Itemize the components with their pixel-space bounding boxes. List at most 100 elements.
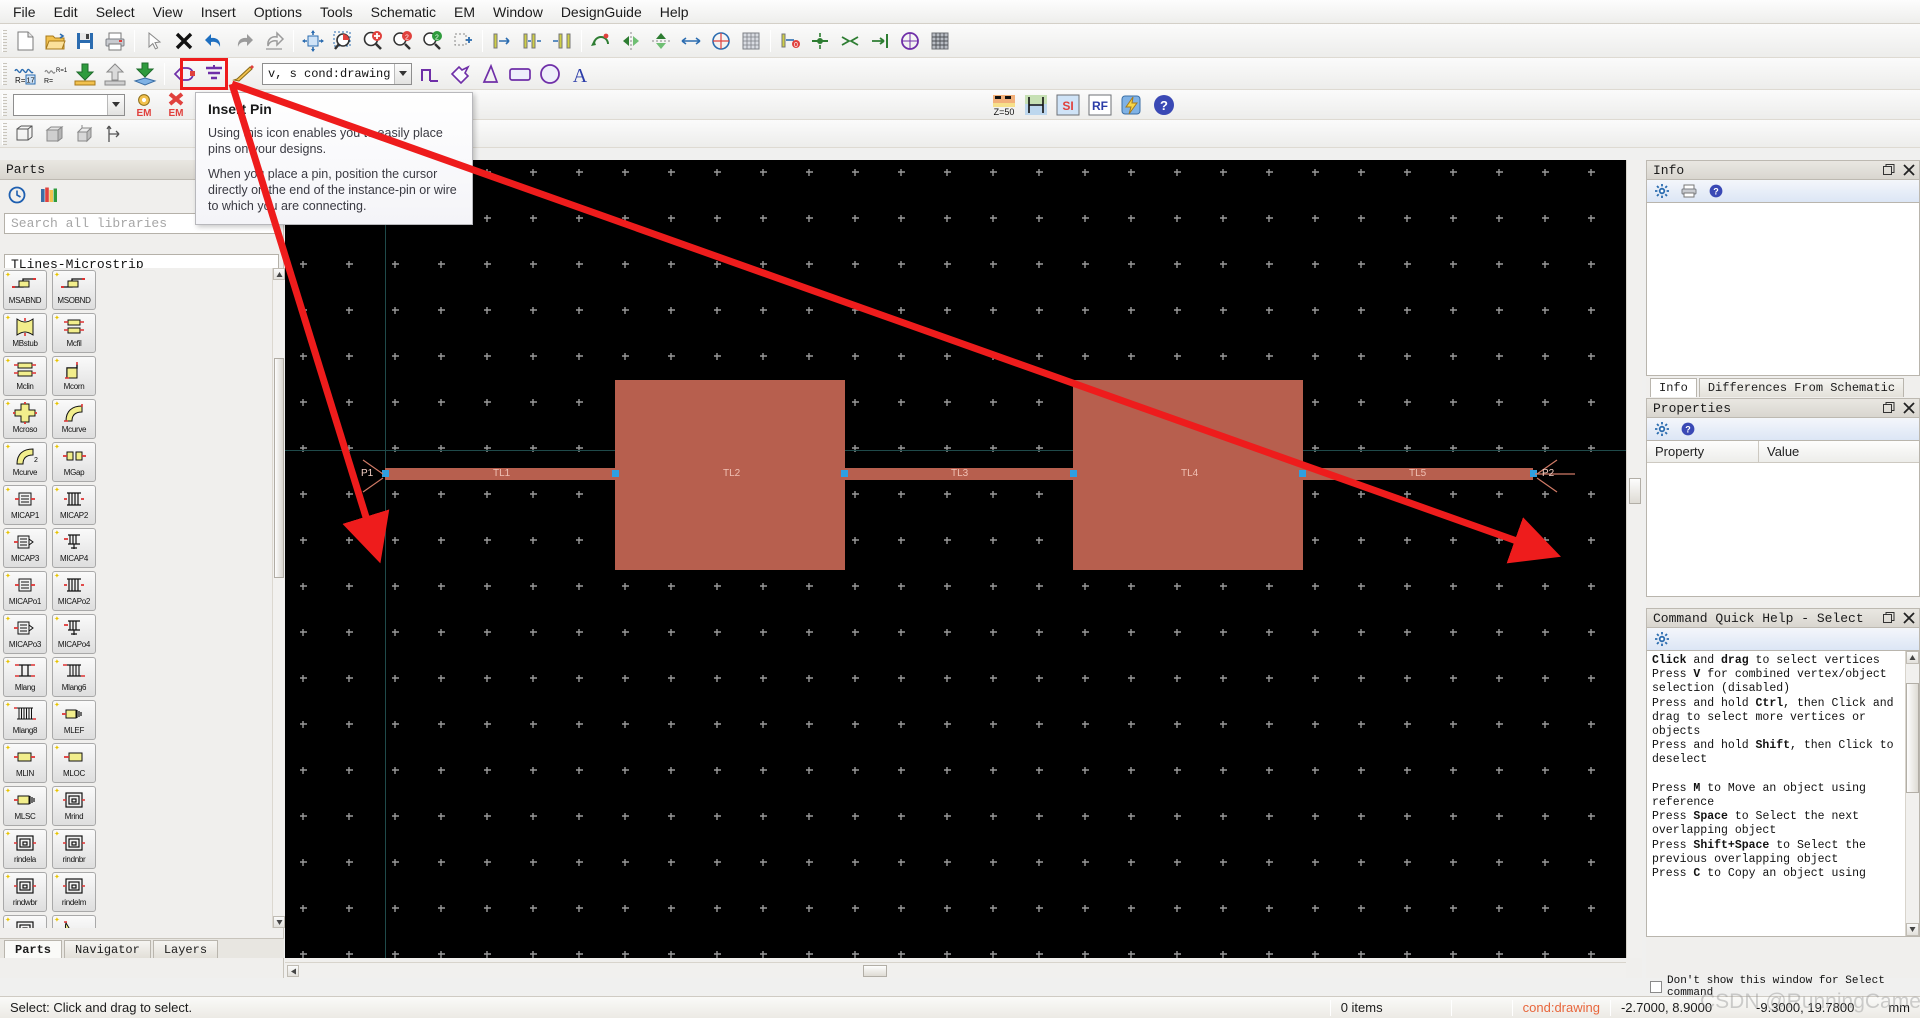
part-item-rindelm[interactable]: ✦ rindelm (52, 872, 96, 912)
vertex-marker[interactable] (1299, 470, 1306, 477)
em-stop-icon[interactable]: EM (161, 91, 191, 118)
part-item-micapo4[interactable]: ✦ MICAPo4 (52, 614, 96, 654)
menu-item-window[interactable]: Window (484, 1, 552, 23)
export-up-icon[interactable] (101, 61, 129, 87)
quick-help-scrollbar[interactable] (1905, 651, 1919, 936)
vertex-marker[interactable] (1070, 470, 1077, 477)
move-node-icon[interactable] (866, 28, 894, 54)
quick-help-scroll-thumb[interactable] (1906, 683, 1919, 793)
measure-icon[interactable] (677, 28, 705, 54)
tline-calc-icon[interactable] (1021, 92, 1051, 118)
mirror-x-icon[interactable] (617, 28, 645, 54)
redraw-icon[interactable] (260, 28, 288, 54)
float-icon[interactable] (1883, 164, 1895, 176)
open-folder-icon[interactable] (41, 28, 69, 54)
zoom-point-icon[interactable] (449, 28, 477, 54)
vertex-marker[interactable] (612, 470, 619, 477)
circle-shape-icon[interactable] (536, 61, 564, 87)
gear-icon[interactable] (1655, 632, 1669, 646)
close-icon[interactable] (1903, 164, 1915, 176)
toolbar-grip[interactable] (2, 29, 7, 52)
scroll-up-arrow[interactable] (1906, 651, 1919, 664)
part-item-rindsbr[interactable]: ✦rindsbr (3, 915, 47, 928)
3d-extrude-icon[interactable] (71, 121, 99, 147)
fit-view-icon[interactable] (299, 28, 327, 54)
part-item-mlang[interactable]: ✦ Mlang (3, 657, 47, 697)
canvas-horizontal-scrollbar[interactable] (285, 962, 1626, 978)
delete-x-icon[interactable] (170, 28, 198, 54)
part-item-micapo3[interactable]: ✦ MICAPo3 (3, 614, 47, 654)
left-panel-tabs[interactable]: Parts Navigator Layers (0, 938, 284, 958)
help-icon[interactable]: ? (1709, 184, 1723, 198)
part-item-mcroso[interactable]: ✦ Mcroso (3, 399, 47, 439)
grid-toggle-icon[interactable] (926, 28, 954, 54)
layer-select-combo[interactable]: v, s cond:drawing (262, 62, 412, 85)
menu-item-view[interactable]: View (144, 1, 192, 23)
chevron-down-icon[interactable] (394, 63, 411, 84)
toolbar-grip[interactable] (2, 93, 7, 116)
toolbar-grip[interactable] (2, 122, 7, 145)
part-item-mrind[interactable]: ✦ Mrind (52, 786, 96, 826)
library-books-icon[interactable] (40, 186, 58, 204)
part-item-mcurve[interactable]: ✦ 2 Mcurve (3, 442, 47, 482)
help-icon[interactable]: ? (1681, 422, 1695, 436)
vertex-marker[interactable] (841, 470, 848, 477)
sim-r17-icon[interactable]: R= 17 (11, 61, 39, 87)
save-icon[interactable] (71, 28, 99, 54)
close-icon[interactable] (1903, 402, 1915, 414)
mirror-y-icon[interactable] (647, 28, 675, 54)
z50-calc-icon[interactable]: Z=50 (989, 92, 1019, 118)
gear-icon[interactable] (1655, 422, 1669, 436)
zoom-out-2x-icon[interactable]: 2 (419, 28, 447, 54)
history-clock-icon[interactable] (8, 186, 26, 204)
em-setup-icon[interactable]: EM (129, 92, 159, 118)
info-dock-body[interactable] (1646, 202, 1920, 376)
part-item-mlsc[interactable]: ✦ MLSC (3, 786, 47, 826)
menu-item-select[interactable]: Select (87, 1, 144, 23)
align-right-icon[interactable] (548, 28, 576, 54)
dont-show-checkbox[interactable] (1650, 981, 1662, 993)
pin-p2-marker[interactable] (1530, 470, 1537, 477)
canvas-h-thumb[interactable] (863, 965, 887, 977)
canvas-vertical-scrollbar[interactable] (1626, 160, 1642, 958)
zoom-area-icon[interactable] (329, 28, 357, 54)
parts-grid[interactable]: ✦ MSABND ✦ MSOBND ✦ MBstub ✦ Mcfil ✦ Mclin ✦ Mcorn ✦… (0, 268, 272, 928)
3d-wireframe-icon[interactable] (11, 121, 39, 147)
part-item-rindela[interactable]: ✦ rindela (3, 829, 47, 869)
scroll-down-arrow[interactable] (1906, 923, 1919, 936)
new-document-icon[interactable] (11, 28, 39, 54)
arrow-dim-icon[interactable] (707, 28, 735, 54)
part-item-mbstub[interactable]: ✦ MBstub (3, 313, 47, 353)
part-item-mcfil[interactable]: ✦ Mcfil (52, 313, 96, 353)
pin-circle-icon[interactable] (896, 28, 924, 54)
menu-item-em[interactable]: EM (445, 1, 484, 23)
align-left-icon[interactable] (488, 28, 516, 54)
close-icon[interactable] (1903, 612, 1915, 624)
part-item-micap1[interactable]: ✦ MICAP1 (3, 485, 47, 525)
zoom-in-icon[interactable] (359, 28, 387, 54)
zoom-in-2x-icon[interactable]: 2 (389, 28, 417, 54)
scroll-down-arrow[interactable] (273, 916, 285, 928)
3d-solid-icon[interactable] (41, 121, 69, 147)
float-icon[interactable] (1883, 612, 1895, 624)
redo-icon[interactable] (230, 28, 258, 54)
part-item-mloc[interactable]: ✦ MLOC (52, 743, 96, 783)
text-shape-icon[interactable]: A (566, 61, 594, 87)
lightning-run-icon[interactable] (1117, 92, 1147, 118)
menu-item-schematic[interactable]: Schematic (362, 1, 445, 23)
rectangle-shape-icon[interactable] (506, 61, 534, 87)
align-center-icon[interactable] (518, 28, 546, 54)
parts-scroll-thumb[interactable] (274, 358, 284, 578)
import-down-icon[interactable] (71, 61, 99, 87)
canvas-scroll-left-arrow[interactable] (287, 965, 299, 977)
part-item-micap3[interactable]: ✦ MICAP3 (3, 528, 47, 568)
part-item-rindwbr[interactable]: ✦ rindwbr (3, 872, 47, 912)
menu-item-edit[interactable]: Edit (45, 1, 87, 23)
print-icon[interactable] (1681, 184, 1697, 198)
menu-item-file[interactable]: File (4, 1, 45, 23)
gear-icon[interactable] (1655, 184, 1669, 198)
toolbar-grip[interactable] (2, 62, 7, 85)
print-icon[interactable] (101, 28, 129, 54)
part-item-micap2[interactable]: ✦ MICAP2 (52, 485, 96, 525)
left-tab-layers[interactable]: Layers (152, 940, 219, 958)
